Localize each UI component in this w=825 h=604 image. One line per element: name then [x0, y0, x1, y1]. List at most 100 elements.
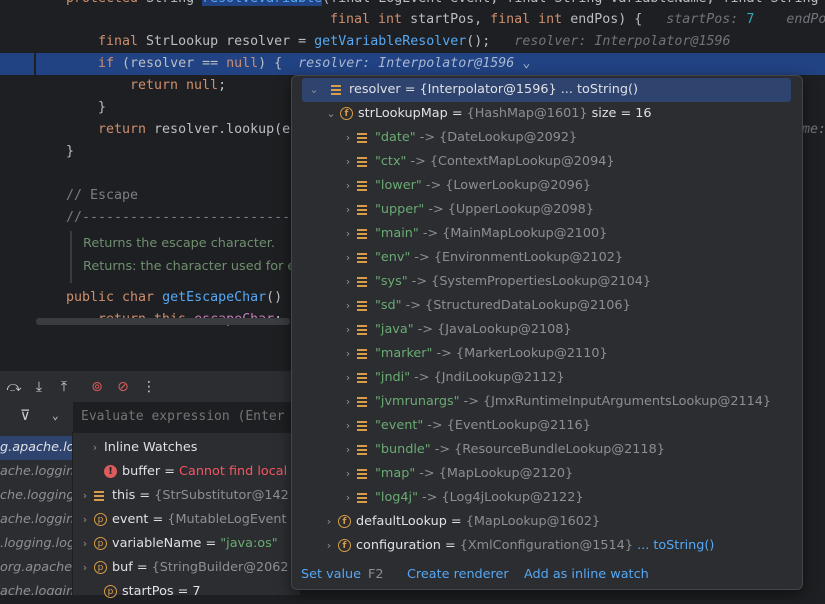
variable-name: event [112, 512, 149, 527]
map-entry-row[interactable]: › "sys" -> {SystemPropertiesLookup@2104} [339, 270, 651, 294]
map-entry-row[interactable]: › "java" -> {JavaLookup@2108} [339, 318, 572, 342]
code-line[interactable]: return resolver.lookup(e [98, 119, 290, 141]
debug-variables-panel: ⊽ ⌄ g.apache.logache.loggingche.logging.… [0, 402, 300, 599]
variable-row[interactable]: › p event = {MutableLogEvent [76, 508, 287, 532]
stack-frame[interactable]: org.apache. [0, 556, 72, 580]
chevron-right-icon[interactable]: › [76, 484, 94, 508]
stack-frame[interactable]: che.logging. [0, 484, 72, 508]
chevron-right-icon[interactable]: › [339, 246, 357, 270]
more-icon[interactable]: ⋮ [139, 377, 159, 397]
map-entry-separator: -> [406, 154, 430, 169]
current-line-marker-icon[interactable] [0, 53, 34, 75]
filter-icon[interactable]: ⊽ [20, 408, 30, 424]
create-renderer-link[interactable]: Create renderer [407, 561, 509, 589]
code-token: (); [466, 34, 515, 49]
stack-frame[interactable]: ache.logging.lo [0, 580, 72, 595]
chevron-right-icon[interactable]: › [320, 534, 338, 558]
root-tostring-link[interactable]: ... toString() [561, 82, 638, 97]
popup-default-lookup-row[interactable]: › f defaultLookup = {MapLookup@1602} [320, 510, 600, 534]
clear-breakpoints-icon[interactable]: ⊘ [113, 377, 133, 397]
set-value-shortcut: F2 [368, 567, 384, 582]
map-entry-icon [357, 348, 367, 359]
stack-frame[interactable]: g.apache.log [0, 436, 72, 460]
code-token-hinthl[interactable]: resolver: Interpolator@1596 [298, 56, 514, 71]
stack-frame[interactable]: ache.logging [0, 460, 72, 484]
code-line[interactable]: return null; [130, 75, 226, 97]
code-line[interactable]: final StrLookup resolver = getVariableRe… [98, 31, 730, 53]
chevron-right-icon[interactable]: › [320, 510, 338, 534]
chevron-right-icon[interactable]: › [339, 414, 357, 438]
chevron-right-icon[interactable]: › [339, 342, 357, 366]
code-line[interactable]: } [66, 141, 74, 163]
variable-row[interactable]: ! buffer = Cannot find local [86, 460, 287, 484]
code-line-current[interactable]: if (resolver == null) { resolver: Interp… [36, 53, 825, 75]
map-entry-row[interactable]: › "ctx" -> {ContextMapLookup@2094} [339, 150, 615, 174]
step-into-icon[interactable]: ⤓ [29, 377, 49, 397]
step-out-icon[interactable]: ⤒ [54, 377, 74, 397]
map-entry-row[interactable]: › "jvmrunargs" -> {JmxRuntimeInputArgumen… [339, 390, 771, 414]
mute-breakpoints-icon[interactable]: ⊚ [87, 377, 107, 397]
chevron-right-icon[interactable]: › [339, 174, 357, 198]
add-inline-watch-link[interactable]: Add as inline watch [524, 561, 649, 589]
map-entry-separator: -> [415, 130, 440, 145]
map-entry-row[interactable]: › "jndi" -> {JndiLookup@2112} [339, 366, 565, 390]
map-entry-value: {EventLookup@2116} [446, 418, 591, 433]
chevron-right-icon[interactable]: › [339, 270, 357, 294]
chevron-right-icon[interactable]: › [86, 436, 104, 460]
variable-name: buf [112, 560, 133, 575]
variable-row[interactable]: › this = {StrSubstitutor@142 [76, 484, 289, 508]
code-line[interactable]: final int startPos, final int endPos) { … [330, 9, 825, 31]
chevron-right-icon[interactable]: › [339, 126, 357, 150]
variable-value: {StringBuilder@2062 [151, 560, 289, 575]
configuration-tostring-link[interactable]: ... toString() [637, 538, 714, 553]
code-token: (resolver == [122, 56, 227, 71]
chevron-right-icon[interactable]: › [76, 508, 94, 532]
chevron-down-icon[interactable]: ⌄ [322, 102, 340, 126]
map-entry-row[interactable]: › "main" -> {MainMapLookup@2100} [339, 222, 607, 246]
stack-frame[interactable]: ache.logging [0, 508, 72, 532]
editor-gutter[interactable] [0, 0, 34, 327]
map-entry-row[interactable]: › "date" -> {DateLookup@2092} [339, 126, 577, 150]
popup-map-row[interactable]: ⌄ f strLookupMap = {HashMap@1601} size = 1… [322, 102, 652, 126]
code-line[interactable]: } [98, 97, 106, 119]
chevron-right-icon[interactable]: › [339, 150, 357, 174]
map-entry-row[interactable]: › "env" -> {EnvironmentLookup@2102} [339, 246, 623, 270]
map-entry-row[interactable]: › "log4j" -> {Log4jLookup@2122} [339, 486, 584, 510]
chevron-down-icon[interactable]: ⌄ [52, 409, 59, 422]
code-line[interactable]: public char getEscapeChar() [66, 287, 282, 309]
chevron-right-icon[interactable]: › [339, 486, 357, 510]
chevron-right-icon[interactable]: › [76, 532, 94, 556]
editor-horizontal-scrollbar[interactable] [36, 318, 290, 325]
popup-root-row[interactable]: ⌄ resolver = {Interpolator@1596} ... toSt… [302, 78, 791, 102]
code-token: StrLookup resolver = [146, 34, 315, 49]
chevron-right-icon[interactable]: › [339, 318, 357, 342]
map-entry-row[interactable]: › "event" -> {EventLookup@2116} [339, 414, 591, 438]
chevron-right-icon[interactable]: › [339, 438, 357, 462]
chevron-right-icon[interactable]: › [339, 390, 357, 414]
chevron-right-icon[interactable]: › [339, 366, 357, 390]
map-entry-row[interactable]: › "sd" -> {StructuredDataLookup@2106} [339, 294, 631, 318]
variable-row[interactable]: › p buf = {StringBuilder@2062 [76, 556, 289, 580]
map-entry-row[interactable]: › "bundle" -> {ResourceBundleLookup@2118} [339, 438, 665, 462]
map-entry-row[interactable]: › "lower" -> {LowerLookup@2096} [339, 174, 591, 198]
popup-configuration-row[interactable]: › f configuration = {XmlConfiguration@1514… [320, 534, 715, 558]
chevron-down-icon[interactable]: ⌄ [305, 78, 323, 102]
chevron-down-icon[interactable]: ⌄ [514, 56, 530, 71]
set-value-link[interactable]: Set value [301, 561, 361, 589]
chevron-right-icon[interactable]: › [76, 556, 94, 580]
chevron-right-icon[interactable]: › [339, 462, 357, 486]
step-over-icon[interactable]: ⤼ [4, 377, 24, 397]
map-entry-row[interactable]: › "upper" -> {UpperLookup@2098} [339, 198, 594, 222]
map-entry-row[interactable]: › "map" -> {MapLookup@2120} [339, 462, 573, 486]
variable-row[interactable]: › p variableName = "java:os" [76, 532, 278, 556]
stack-frame[interactable]: .logging.log [0, 532, 72, 556]
evaluate-expression-input[interactable] [73, 402, 300, 432]
variable-row[interactable]: p startPos = 7 [86, 580, 201, 604]
map-entry-row[interactable]: › "marker" -> {MarkerLookup@2110} [339, 342, 608, 366]
chevron-right-icon[interactable]: › [339, 294, 357, 318]
variable-row[interactable]: › Inline Watches [86, 436, 198, 460]
chevron-right-icon[interactable]: › [339, 198, 357, 222]
code-line[interactable]: // Escape [66, 185, 138, 207]
chevron-right-icon[interactable]: › [339, 222, 357, 246]
map-size: size = 16 [591, 106, 652, 121]
